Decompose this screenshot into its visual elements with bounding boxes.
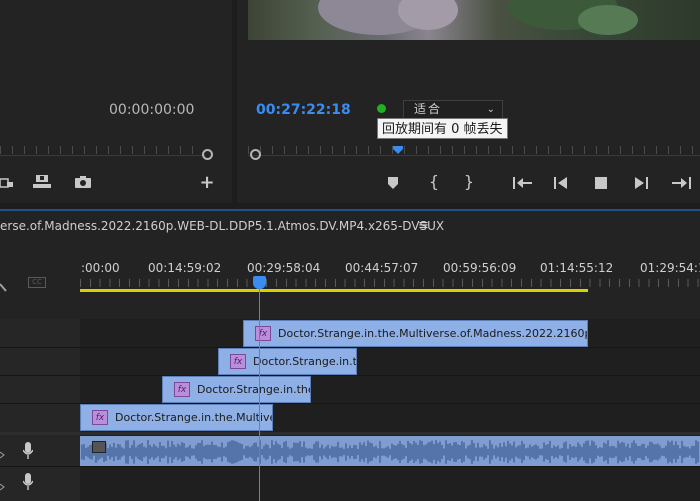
- video-clip-v2[interactable]: fx Doctor.Strange.in.the.Mu: [162, 376, 311, 403]
- program-ruler[interactable]: [248, 146, 700, 154]
- source-ruler[interactable]: [0, 146, 200, 154]
- fx-badge-icon: fx: [92, 410, 108, 425]
- timeline-playhead[interactable]: [259, 279, 260, 501]
- source-monitor-panel: 00:00:00:00 +: [0, 0, 232, 203]
- ruler-label: :00:00: [81, 261, 120, 275]
- stop-icon[interactable]: [594, 176, 608, 195]
- step-forward-icon[interactable]: [633, 176, 649, 195]
- program-playhead-icon[interactable]: [393, 139, 403, 154]
- track-divider: [0, 432, 700, 435]
- track-divider: [0, 466, 700, 467]
- ruler-label: 00:14:59:02: [148, 261, 222, 275]
- chevron-down-icon: ⌄: [486, 104, 495, 115]
- add-marker-icon[interactable]: [387, 176, 399, 195]
- panel-focus-border: [0, 209, 700, 211]
- clip-label: Doctor.Strange.in.the.: [253, 355, 357, 368]
- zoom-select-value: 适合: [414, 102, 443, 116]
- add-button-icon[interactable]: +: [199, 174, 215, 192]
- video-clip-v1[interactable]: fx Doctor.Strange.in.the.Multiverse.o: [80, 404, 273, 431]
- camera-icon[interactable]: [74, 175, 92, 194]
- status-dot-icon: [377, 104, 386, 113]
- fx-badge-icon: fx: [230, 354, 246, 369]
- source-timecode[interactable]: 00:00:00:00: [109, 102, 194, 118]
- program-scrub-bar[interactable]: [248, 155, 700, 156]
- fx-badge-icon: fx: [174, 382, 190, 397]
- captions-icon[interactable]: CC: [28, 277, 46, 288]
- audio-waveform: [81, 440, 699, 464]
- track-divider: [0, 375, 700, 376]
- insert-icon[interactable]: [0, 176, 14, 195]
- fx-badge-icon: fx: [255, 326, 271, 341]
- track-target-icon[interactable]: [0, 445, 6, 459]
- audio-clip-badge-icon: [92, 441, 106, 453]
- source-scrub-bar[interactable]: [0, 155, 205, 156]
- overwrite-icon[interactable]: [32, 174, 52, 195]
- microphone-icon[interactable]: [23, 442, 33, 460]
- ruler-label: 00:29:58:04: [247, 261, 321, 275]
- clip-label: Doctor.Strange.in.the.Multiverse.of.Madn…: [278, 327, 587, 340]
- mark-in-icon[interactable]: {: [428, 174, 440, 190]
- work-area-bar[interactable]: [80, 289, 588, 292]
- ruler-label: 01:14:55:12: [540, 261, 614, 275]
- video-clip-v3[interactable]: fx Doctor.Strange.in.the.: [218, 348, 357, 375]
- program-zoom-handle[interactable]: [250, 149, 261, 160]
- ruler-label: 00:59:56:09: [443, 261, 517, 275]
- audio-clip-a1[interactable]: [80, 436, 700, 466]
- ruler-label: 00:44:57:07: [345, 261, 419, 275]
- track-target-icon[interactable]: [0, 477, 6, 491]
- program-video-frame[interactable]: [248, 0, 700, 40]
- playhead-handle[interactable]: [253, 276, 266, 289]
- microphone-icon[interactable]: [23, 473, 33, 491]
- zoom-select[interactable]: 适合 ⌄: [403, 100, 503, 119]
- ruler-label: 01:29:54:14: [640, 261, 700, 275]
- timeline-ruler[interactable]: [80, 279, 700, 287]
- clip-label: Doctor.Strange.in.the.Multiverse.o: [115, 411, 272, 424]
- source-zoom-handle[interactable]: [202, 149, 213, 160]
- dropped-frames-tooltip: 回放期间有 0 帧丢失: [377, 118, 508, 139]
- timeline-panel: erse.of.Madness.2022.2160p.WEB-DL.DDP5.1…: [0, 209, 700, 501]
- program-timecode[interactable]: 00:27:22:18: [256, 102, 351, 118]
- wrench-icon[interactable]: [0, 277, 8, 292]
- sequence-menu-icon[interactable]: ≡: [418, 218, 429, 233]
- go-to-out-icon[interactable]: [670, 176, 692, 195]
- mark-out-icon[interactable]: }: [463, 174, 475, 190]
- sequence-tab-title[interactable]: erse.of.Madness.2022.2160p.WEB-DL.DDP5.1…: [0, 219, 444, 233]
- clip-label: Doctor.Strange.in.the.Mu: [197, 383, 310, 396]
- step-back-icon[interactable]: [553, 176, 569, 195]
- video-clip-v4[interactable]: fx Doctor.Strange.in.the.Multiverse.of.M…: [243, 320, 588, 347]
- go-to-in-icon[interactable]: [512, 176, 534, 195]
